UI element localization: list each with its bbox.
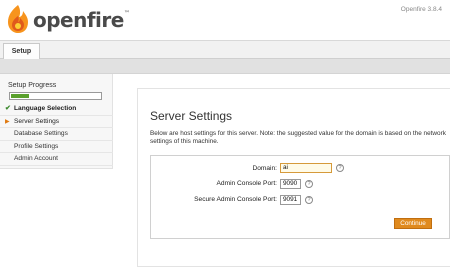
step-label: Database Settings [14, 130, 68, 137]
setup-progress-title: Setup Progress [8, 82, 57, 89]
setup-progress-bar [9, 92, 102, 100]
help-icon[interactable]: ? [305, 196, 313, 204]
secure-admin-console-port-label: Secure Admin Console Port: [194, 196, 277, 203]
page-description: Below are host settings for this server.… [150, 130, 446, 145]
step-label: Server Settings [14, 117, 60, 125]
subnav-band [0, 59, 450, 74]
sidebar-item-server-settings[interactable]: ▶ Server Settings [0, 116, 113, 128]
check-icon: ✔ [5, 105, 11, 112]
app-header: openfire™ Openfire 3.8.4 [0, 0, 450, 40]
setup-progress-panel: Setup Progress ✔ Language Selection ▶ Se… [0, 74, 113, 169]
help-icon[interactable]: ? [305, 180, 313, 188]
help-icon[interactable]: ? [336, 164, 344, 172]
sidebar-item-language-selection[interactable]: ✔ Language Selection [0, 103, 113, 116]
step-label: Admin Account [14, 155, 58, 162]
sidebar-item-admin-account[interactable]: Admin Account [0, 153, 113, 166]
openfire-logo-icon [8, 5, 28, 33]
continue-button[interactable]: Continue [394, 218, 432, 229]
setup-steps-list: ✔ Language Selection ▶ Server Settings D… [0, 103, 113, 166]
sidebar: Setup Progress ✔ Language Selection ▶ Se… [0, 74, 113, 267]
domain-label: Domain: [252, 165, 277, 172]
admin-console-port-field[interactable]: 9090 [280, 179, 301, 189]
version-label: Openfire 3.8.4 [400, 6, 442, 13]
setup-progress-fill [11, 94, 30, 98]
tab-setup[interactable]: Setup [3, 43, 40, 60]
page-title: Server Settings [150, 109, 233, 123]
arrow-right-icon: ▶ [5, 118, 10, 125]
secure-admin-console-port-field[interactable]: 9091 [280, 195, 301, 205]
sidebar-item-profile-settings[interactable]: Profile Settings [0, 141, 113, 153]
brand-name: openfire™ [33, 8, 130, 32]
domain-field[interactable]: ai [280, 163, 332, 173]
server-settings-form: Domain: ai ? Admin Console Port: 9090 ? … [150, 155, 450, 239]
step-label: Profile Settings [14, 142, 59, 150]
server-settings-panel: Server Settings Below are host settings … [137, 88, 450, 267]
tab-bar: Setup [0, 40, 450, 60]
sidebar-item-database-settings[interactable]: Database Settings [0, 128, 113, 141]
admin-console-port-label: Admin Console Port: [216, 180, 277, 187]
step-label: Language Selection [14, 105, 77, 112]
